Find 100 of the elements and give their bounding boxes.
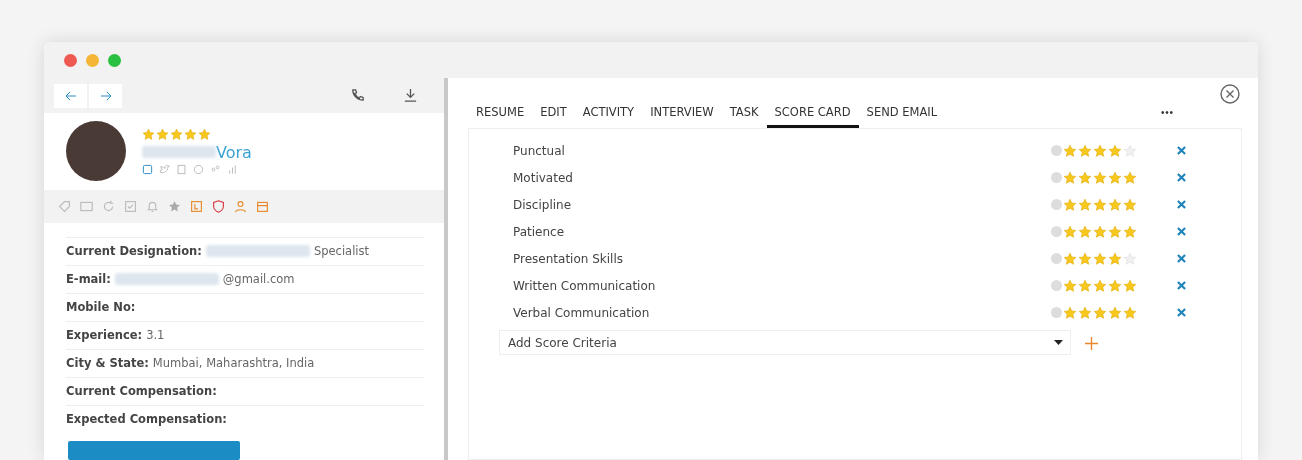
remove-icon[interactable] — [1177, 173, 1186, 182]
star-rating[interactable] — [1063, 251, 1137, 266]
star-icon — [1078, 197, 1092, 212]
star-rating[interactable] — [1063, 143, 1137, 158]
left-arrow-icon — [64, 90, 77, 101]
remove-icon[interactable] — [1177, 146, 1186, 155]
linkedin-icon[interactable] — [142, 163, 153, 175]
criteria-name: Patience — [513, 224, 566, 239]
chart-icon[interactable] — [227, 163, 238, 175]
remove-icon[interactable] — [1177, 281, 1186, 290]
star-rating[interactable] — [1063, 197, 1137, 212]
bell-icon[interactable] — [146, 199, 159, 213]
shield-icon[interactable] — [212, 199, 225, 213]
star-icon — [1078, 278, 1092, 293]
candidate-name: Vora — [142, 142, 252, 162]
maximize-window-icon[interactable] — [108, 53, 121, 67]
star-icon — [1063, 170, 1077, 185]
star-icon — [1063, 278, 1077, 293]
star-rating[interactable] — [1063, 278, 1137, 293]
tab[interactable]: ACTIVITY — [574, 96, 643, 128]
star-icon — [1078, 170, 1092, 185]
star-icon — [1108, 170, 1122, 185]
clear-rating-icon[interactable] — [1051, 145, 1062, 156]
star-icon — [1063, 143, 1077, 158]
star-icon — [1108, 197, 1122, 212]
star-icon — [1063, 224, 1077, 239]
star-icon — [198, 127, 211, 141]
star-rating[interactable] — [1063, 224, 1137, 239]
id-card-icon[interactable] — [80, 199, 93, 213]
tab[interactable]: INTERVIEW — [642, 96, 722, 128]
field-label: City & State: — [66, 356, 149, 371]
star-icon — [1093, 251, 1107, 266]
tab[interactable]: SEND EMAIL — [858, 96, 946, 128]
clear-rating-icon[interactable] — [1051, 253, 1062, 264]
tab[interactable]: RESUME — [468, 96, 533, 128]
document-icon[interactable] — [190, 199, 203, 213]
star-icon[interactable] — [168, 199, 181, 213]
remove-icon[interactable] — [1177, 227, 1186, 236]
star-icon — [1123, 278, 1137, 293]
caret-icon[interactable] — [1054, 340, 1063, 345]
tab[interactable]: EDIT — [532, 96, 575, 128]
criteria-name: Discipline — [513, 197, 573, 212]
star-icon — [170, 127, 183, 141]
tag-icon[interactable] — [58, 199, 71, 213]
criteria-name: Verbal Communication — [513, 305, 651, 320]
clear-rating-icon[interactable] — [1051, 199, 1062, 210]
download-icon[interactable] — [403, 88, 418, 104]
close-window-icon[interactable] — [64, 53, 77, 67]
star-icon — [1063, 305, 1077, 320]
clear-rating-icon[interactable] — [1051, 280, 1062, 291]
refresh-icon[interactable] — [102, 199, 115, 213]
empty-star-icon — [1123, 143, 1137, 158]
phone-icon[interactable] — [350, 88, 365, 104]
star-icon — [1093, 278, 1107, 293]
criteria-name: Written Communication — [513, 278, 657, 293]
criteria-dropdown[interactable]: Add Score Criteria — [499, 330, 1071, 355]
field-value: @gmail.com — [222, 272, 295, 287]
clear-rating-icon[interactable] — [1051, 172, 1062, 183]
star-icon — [1123, 224, 1137, 239]
criteria-name: Punctual — [513, 143, 566, 158]
star-icon — [1078, 305, 1092, 320]
close-icon[interactable] — [1220, 84, 1240, 104]
tab[interactable]: SCORE CARD — [766, 96, 859, 128]
star-icon — [1093, 143, 1107, 158]
forward-button[interactable] — [89, 83, 122, 108]
star-icon — [156, 127, 169, 141]
remove-icon[interactable] — [1177, 200, 1186, 209]
more-menu[interactable]: • • • — [1160, 106, 1172, 118]
star-icon — [1108, 305, 1122, 320]
star-icon — [1123, 170, 1137, 185]
star-icon — [1123, 305, 1137, 320]
field-label: Current Compensation: — [66, 384, 217, 399]
remove-icon[interactable] — [1177, 254, 1186, 263]
empty-star-icon — [1123, 251, 1137, 266]
twitter-icon[interactable] — [159, 163, 170, 175]
checkbox-icon[interactable] — [124, 199, 137, 213]
star-icon — [1123, 197, 1137, 212]
field-value: Specialist — [313, 244, 370, 259]
star-icon — [1093, 197, 1107, 212]
calendar-icon[interactable] — [256, 199, 269, 213]
facebook-icon[interactable] — [176, 163, 187, 175]
clear-rating-icon[interactable] — [1051, 226, 1062, 237]
back-button[interactable] — [54, 83, 87, 108]
field-value: 3.1 — [146, 328, 165, 343]
tab[interactable]: TASK — [721, 96, 767, 128]
criteria-name: Presentation Skills — [513, 251, 624, 266]
globe-icon[interactable] — [193, 163, 204, 175]
remove-icon[interactable] — [1177, 308, 1186, 317]
clear-rating-icon[interactable] — [1051, 307, 1062, 318]
star-icon — [1108, 224, 1122, 239]
star-icon — [1108, 143, 1122, 158]
minimize-window-icon[interactable] — [86, 53, 99, 67]
star-icon — [1108, 251, 1122, 266]
action-button[interactable] — [68, 440, 240, 460]
star-icon — [1108, 278, 1122, 293]
star-icon — [1093, 305, 1107, 320]
star-rating[interactable] — [1063, 305, 1137, 320]
star-rating[interactable] — [1063, 170, 1137, 185]
person-icon[interactable] — [234, 199, 247, 213]
star-icon — [1093, 224, 1107, 239]
